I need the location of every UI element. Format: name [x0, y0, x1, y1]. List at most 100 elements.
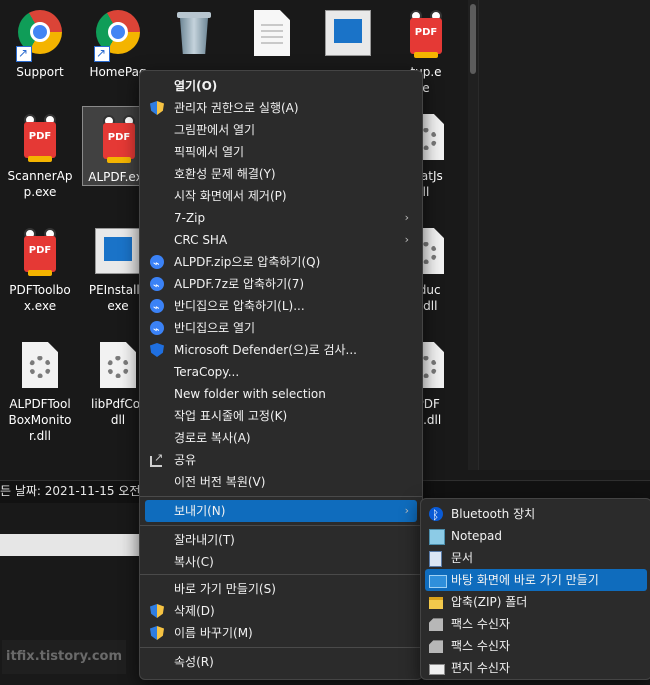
context-menu-item[interactable]: 이름 바꾸기(M) [145, 622, 417, 644]
context-menu-item[interactable]: 잘라내기(T) [145, 529, 417, 551]
desktop-icon-item[interactable] [158, 2, 230, 64]
desktop-icon-label: Support [16, 65, 64, 79]
context-menu-item[interactable]: New folder with selection [145, 383, 417, 405]
alpdf-icon: PDF [18, 228, 62, 276]
fax-icon [429, 640, 443, 653]
icon-graphic [94, 228, 142, 280]
context-menu-item[interactable]: 호환성 문제 해결(Y) [145, 163, 417, 185]
uac-shield-icon [150, 101, 164, 115]
desktop-icon-item[interactable] [312, 2, 384, 64]
defender-icon [150, 343, 164, 357]
context-menu-item[interactable]: 열기(O) [145, 75, 417, 97]
context-menu-item[interactable]: 관리자 권한으로 실행(A) [145, 97, 417, 119]
menu-separator [140, 496, 422, 497]
context-menu-item[interactable]: 이전 버전 복원(V) [145, 471, 417, 493]
context-menu-item[interactable]: 경로로 복사(A) [145, 427, 417, 449]
bandizip-icon [150, 319, 164, 341]
icon-graphic: PDF [95, 115, 143, 167]
send-to-item[interactable]: Notepad [425, 525, 647, 547]
context-menu-item[interactable]: ALPDF.zip으로 압축하기(Q) [145, 251, 417, 275]
icon-graphic [94, 10, 142, 62]
menu-item-label: 이름 바꾸기(M) [174, 626, 253, 640]
context-menu-item[interactable]: 7-Zip › [145, 207, 417, 229]
send-to-item[interactable]: 팩스 수신자 [425, 613, 647, 635]
menu-separator [140, 647, 422, 648]
send-to-item-label: 팩스 수신자 [451, 639, 511, 653]
send-to-item[interactable]: Bluetooth 장치 [425, 503, 647, 526]
menu-item-label: ALPDF.7z로 압축하기(7) [174, 277, 305, 291]
chevron-right-icon: › [404, 211, 409, 224]
menu-item-label: New folder with selection [174, 387, 326, 401]
desktop-icon-label: ScannerAp p.exe [7, 169, 73, 199]
status-strip [0, 534, 140, 556]
context-menu-item[interactable]: 픽픽에서 열기 [145, 141, 417, 163]
context-menu-item[interactable]: 시작 화면에서 제거(P) [145, 185, 417, 207]
context-menu-item[interactable]: 반디집으로 열기 [145, 317, 417, 341]
context-menu-item[interactable]: Microsoft Defender(으)로 검사... [145, 339, 417, 361]
context-menu-item[interactable]: 그림판에서 열기 [145, 119, 417, 141]
menu-item-label: 픽픽에서 열기 [174, 145, 245, 159]
notepad-icon [429, 529, 445, 545]
send-to-item[interactable]: 편지 수신자 [425, 657, 647, 679]
send-to-item-label: Bluetooth 장치 [451, 507, 536, 521]
context-menu-item[interactable]: 보내기(N) › [145, 500, 417, 522]
menu-item-label: 시작 화면에서 제거(P) [174, 189, 287, 203]
watermark: itfix.tistory.com [2, 640, 126, 674]
explorer-pane [478, 0, 650, 470]
chevron-right-icon: › [404, 504, 409, 517]
chevron-right-icon: › [404, 233, 409, 246]
menu-item-label: 바로 가기 만들기(S) [174, 582, 276, 596]
send-to-item[interactable]: 문서 [425, 547, 647, 569]
context-menu-item[interactable]: 속성(R) [145, 651, 417, 673]
desktop-icon-item[interactable]: Support [4, 2, 76, 80]
desktop-icon-item[interactable]: PDF ScannerAp p.exe [4, 106, 76, 200]
scrollbar-thumb[interactable] [470, 4, 476, 74]
icon-graphic [324, 10, 372, 62]
icon-graphic [248, 10, 296, 62]
menu-item-label: 반디집으로 압축하기(L)... [174, 299, 305, 313]
context-menu-item[interactable]: 바로 가기 만들기(S) [145, 578, 417, 600]
uac-shield-icon [150, 604, 164, 618]
menu-item-label: 속성(R) [174, 655, 214, 669]
icon-graphic: PDF [16, 114, 64, 166]
context-menu-item[interactable]: 공유 [145, 447, 417, 471]
bandizip-icon [150, 253, 164, 275]
menu-separator [140, 525, 422, 526]
send-to-item-label: 팩스 수신자 [451, 617, 511, 631]
menu-item-label: 관리자 권한으로 실행(A) [174, 101, 299, 115]
menu-item-label: Microsoft Defender(으)로 검사... [174, 343, 357, 357]
menu-item-label: 보내기(N) [174, 504, 226, 518]
context-menu-item[interactable]: 작업 표시줄에 고정(K) [145, 405, 417, 427]
mail-icon [429, 664, 445, 675]
document-icon [254, 10, 290, 56]
menu-item-label: 삭제(D) [174, 604, 215, 618]
alpdf-icon: PDF [97, 115, 141, 163]
shortcut-arrow-icon [16, 45, 32, 62]
menu-item-label: 7-Zip [174, 211, 206, 225]
context-menu-item[interactable]: 반디집으로 압축하기(L)... [145, 295, 417, 319]
recycle-bin-icon [175, 10, 213, 56]
desktop-icon-item[interactable]: ALPDFTool BoxMonito r.dll [4, 334, 76, 444]
send-to-item[interactable]: 팩스 수신자 [425, 635, 647, 657]
icon-graphic [170, 10, 218, 62]
desktop-icon-item[interactable] [236, 2, 308, 64]
desktop-scrollbar[interactable] [468, 0, 478, 470]
context-menu-item[interactable]: ALPDF.7z로 압축하기(7) [145, 273, 417, 297]
send-to-item-label: Notepad [451, 529, 502, 543]
menu-item-label: 열기(O) [174, 79, 218, 93]
context-menu-item[interactable]: 복사(C) [145, 551, 417, 573]
desktop-icon-item[interactable]: HomePag [82, 2, 154, 80]
alpdf-icon: PDF [404, 10, 448, 58]
context-menu-item[interactable]: 삭제(D) [145, 600, 417, 622]
context-menu-item[interactable]: CRC SHA › [145, 229, 417, 251]
send-to-item[interactable]: 압축(ZIP) 폴더 [425, 591, 647, 613]
menu-item-label: 이전 버전 복원(V) [174, 475, 266, 489]
bandizip-icon [150, 275, 164, 297]
share-icon [150, 447, 163, 469]
send-to-item[interactable]: 바탕 화면에 바로 가기 만들기 [425, 569, 647, 591]
context-menu-item[interactable]: TeraCopy... [145, 361, 417, 383]
shortcut-arrow-icon [94, 45, 110, 62]
uac-shield-icon [150, 626, 164, 640]
documents-icon [429, 551, 442, 567]
desktop-icon-item[interactable]: PDF PDFToolbo x.exe [4, 220, 76, 314]
